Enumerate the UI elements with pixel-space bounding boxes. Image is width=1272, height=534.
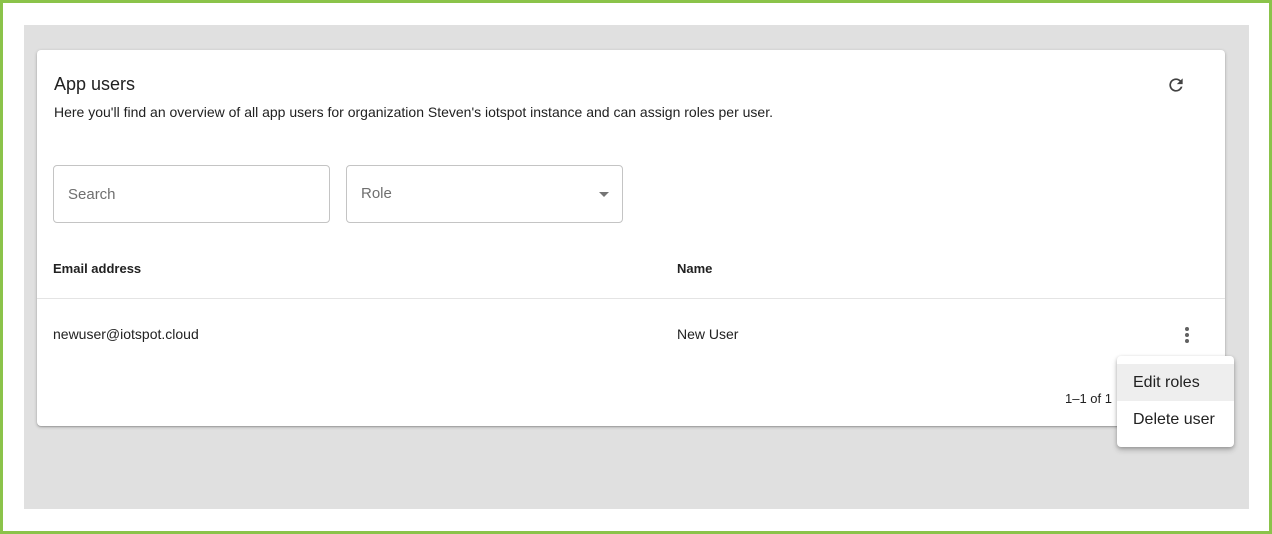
- role-select-label: Role: [361, 185, 392, 202]
- page-title: App users: [54, 74, 136, 94]
- role-select[interactable]: Role: [346, 165, 623, 223]
- dropdown-arrow-icon: [599, 192, 609, 197]
- screenshot-frame: App users Here you'll find an overview o…: [0, 0, 1272, 534]
- row-actions-menu: Edit roles Delete user: [1117, 356, 1234, 447]
- column-header-email[interactable]: Email address: [53, 260, 141, 278]
- search-field[interactable]: [53, 165, 330, 223]
- app-users-card: App users Here you'll find an overview o…: [37, 50, 1225, 426]
- menu-item-edit-roles[interactable]: Edit roles: [1117, 364, 1234, 401]
- search-input[interactable]: [68, 166, 315, 222]
- page-background: App users Here you'll find an overview o…: [24, 25, 1249, 509]
- pagination-range: 1–1 of 1: [1065, 391, 1112, 406]
- more-options-icon[interactable]: [1177, 323, 1197, 347]
- table-row[interactable]: newuser@iotspot.cloud New User: [37, 299, 1225, 369]
- column-header-name[interactable]: Name: [677, 260, 712, 278]
- refresh-icon: [1169, 78, 1183, 92]
- cell-name: New User: [677, 326, 739, 342]
- menu-item-delete-user[interactable]: Delete user: [1117, 401, 1234, 438]
- page-description: Here you'll find an overview of all app …: [54, 104, 773, 120]
- cell-email: newuser@iotspot.cloud: [53, 326, 199, 342]
- refresh-button[interactable]: [1163, 72, 1189, 98]
